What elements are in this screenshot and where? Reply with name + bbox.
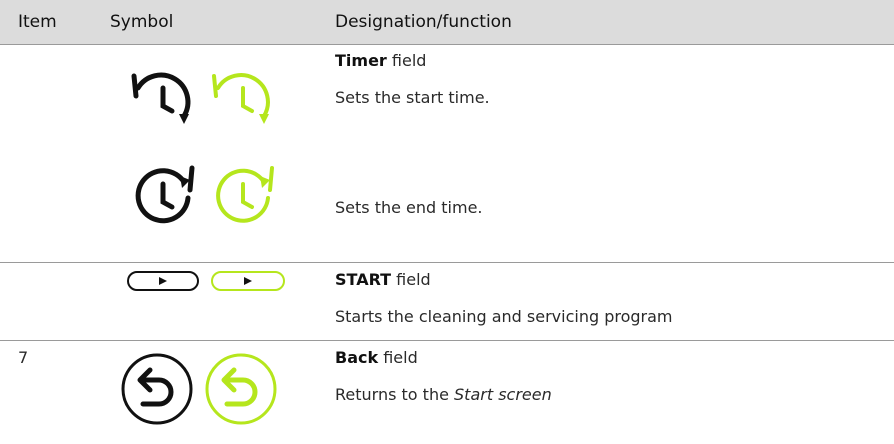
- timer-end-icon-black: [135, 165, 195, 224]
- timer-start-icon-green: [212, 73, 270, 124]
- back-arrow-icon-black: [121, 353, 193, 425]
- timer-start-icon-black: [131, 72, 191, 124]
- header-symbol: Symbol: [110, 12, 174, 32]
- row-divider-2: [0, 340, 894, 341]
- row-timer-line-start: Sets the start time.: [335, 88, 490, 107]
- row-timer-line-end: Sets the end time.: [335, 198, 483, 217]
- row-start-line: Starts the cleaning and servicing progra…: [335, 307, 673, 326]
- play-button-icon-green: [211, 271, 285, 291]
- play-button-icon-black: [127, 271, 199, 291]
- table-header: Item Symbol Designation/function: [0, 0, 894, 44]
- header-designation: Designation/function: [335, 12, 512, 32]
- row-timer-title: Timer field: [335, 51, 427, 70]
- row-back-line: Returns to the Start screen: [335, 385, 552, 404]
- row-back-item: 7: [18, 348, 29, 367]
- symbol-table: Item Symbol Designation/function Timer f…: [0, 0, 894, 444]
- header-divider: [0, 44, 894, 45]
- header-item: Item: [18, 12, 57, 32]
- row-back-title: Back field: [335, 348, 418, 367]
- row-start-title: START field: [335, 270, 431, 289]
- row-divider-1: [0, 262, 894, 263]
- timer-end-icon-green: [216, 166, 274, 223]
- back-arrow-icon-green: [205, 353, 277, 425]
